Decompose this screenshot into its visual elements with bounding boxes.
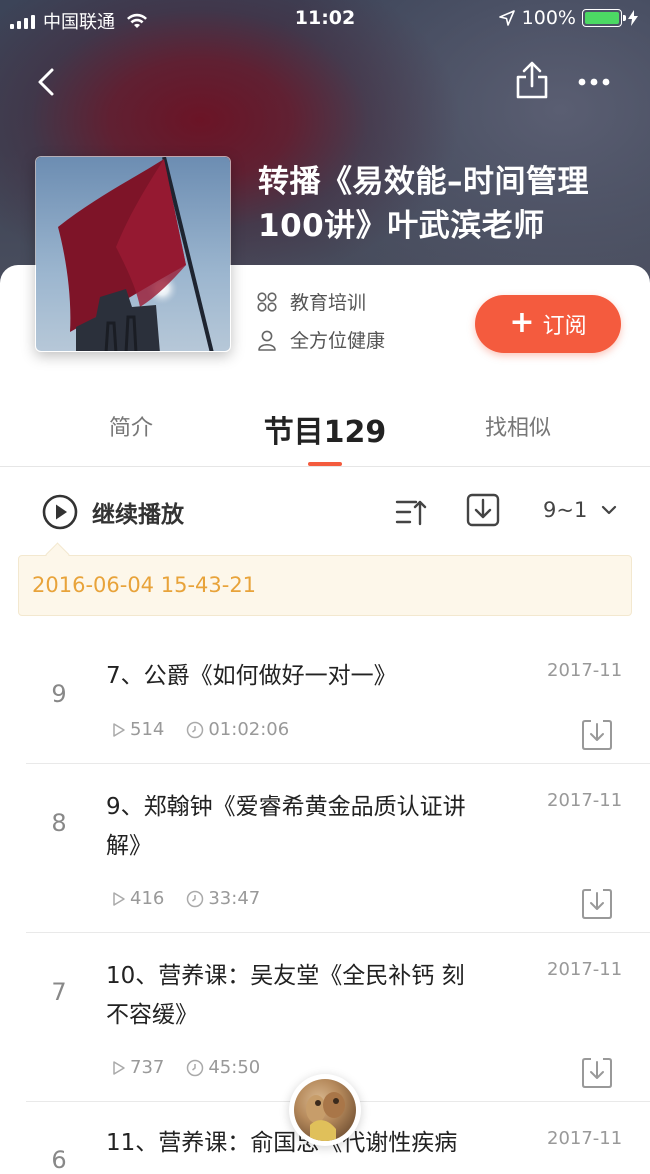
back-arrow-icon[interactable] xyxy=(30,62,66,102)
sort-order-icon[interactable] xyxy=(394,496,428,528)
author-row[interactable]: 全方位健康 xyxy=(256,326,385,353)
episode-stats: 737 45:50 xyxy=(112,1057,260,1078)
share-icon[interactable] xyxy=(512,60,552,104)
last-played-text: 2016-06-04 15-43-21 xyxy=(32,573,257,597)
play-count-icon xyxy=(113,1060,125,1075)
clock-icon xyxy=(187,890,204,907)
episode-number: 6 xyxy=(51,1146,67,1174)
episode-title: 9、郑翰钟《爱睿希黄金品质认证讲解》 xyxy=(106,794,466,859)
play-count: 416 xyxy=(130,888,165,909)
episode-duration: 45:50 xyxy=(208,1057,261,1078)
play-count-icon xyxy=(113,722,125,737)
download-icon[interactable] xyxy=(581,1056,613,1090)
continue-play-label: 继续播放 xyxy=(92,502,184,528)
more-dots-icon[interactable] xyxy=(574,72,614,92)
episode-range-selector[interactable]: 9~1 xyxy=(543,498,617,522)
play-count-icon xyxy=(113,891,125,906)
continue-play-button[interactable]: 继续播放 xyxy=(42,494,184,530)
subscribe-label: 订阅 xyxy=(542,314,587,339)
category-label: 教育培训 xyxy=(290,292,367,314)
episode-number: 7 xyxy=(51,978,67,1006)
episode-date: 2017-11 xyxy=(547,660,623,681)
battery-icon xyxy=(582,9,626,27)
last-played-tip[interactable]: 2016-06-04 15-43-21 xyxy=(18,555,632,616)
episode-title: 10、营养课：吴友堂《全民补钙 刻不容缓》 xyxy=(106,963,465,1028)
subscribe-button[interactable]: + 订阅 xyxy=(475,295,621,353)
episode-divider xyxy=(26,763,650,764)
download-icon[interactable] xyxy=(581,887,613,921)
person-icon xyxy=(258,330,276,351)
episode-date: 2017-11 xyxy=(547,790,623,811)
episode-duration: 01:02:06 xyxy=(208,719,290,740)
album-title: 转播《易效能–时间管理100讲》叶武滨老师 xyxy=(258,164,589,244)
category-grid-icon xyxy=(257,291,277,312)
category-row[interactable]: 教育培训 xyxy=(256,288,366,315)
album-cover-image[interactable] xyxy=(35,156,231,352)
episode-duration: 33:47 xyxy=(208,888,261,909)
episode-title: 7、公爵《如何做好一对一》 xyxy=(106,663,397,689)
episode-divider xyxy=(26,932,650,933)
location-arrow-icon xyxy=(498,10,515,26)
play-count: 737 xyxy=(130,1057,165,1078)
tab-similar[interactable]: 找相似 xyxy=(470,410,566,442)
episode-stats: 416 33:47 xyxy=(112,888,260,909)
play-count: 514 xyxy=(130,719,165,740)
author-label: 全方位健康 xyxy=(290,330,386,352)
episode-date: 2017-11 xyxy=(547,959,623,980)
floating-player-button[interactable] xyxy=(289,1074,361,1146)
tabs-divider xyxy=(0,466,650,467)
tab-intro[interactable]: 简介 xyxy=(98,410,164,442)
tab-episodes[interactable]: 节目129 xyxy=(255,407,395,451)
episode-date: 2017-11 xyxy=(547,1128,623,1149)
episode-number: 8 xyxy=(51,809,67,837)
now-playing-cover xyxy=(294,1079,356,1141)
download-icon[interactable] xyxy=(581,718,613,752)
plus-icon: + xyxy=(509,304,535,340)
episode-stats: 514 01:02:06 xyxy=(112,719,289,740)
clock-icon xyxy=(187,721,204,738)
chevron-down-icon xyxy=(602,505,617,515)
episode-range-label: 9~1 xyxy=(543,498,588,522)
batch-download-icon[interactable] xyxy=(466,492,500,528)
play-circle-icon xyxy=(42,494,78,530)
clock-icon xyxy=(187,1059,204,1076)
charging-bolt-icon xyxy=(628,10,638,26)
status-bar: 中国联通 11:02 100% xyxy=(0,0,650,38)
episode-number: 9 xyxy=(51,680,67,708)
battery-percent: 100% xyxy=(521,7,576,29)
